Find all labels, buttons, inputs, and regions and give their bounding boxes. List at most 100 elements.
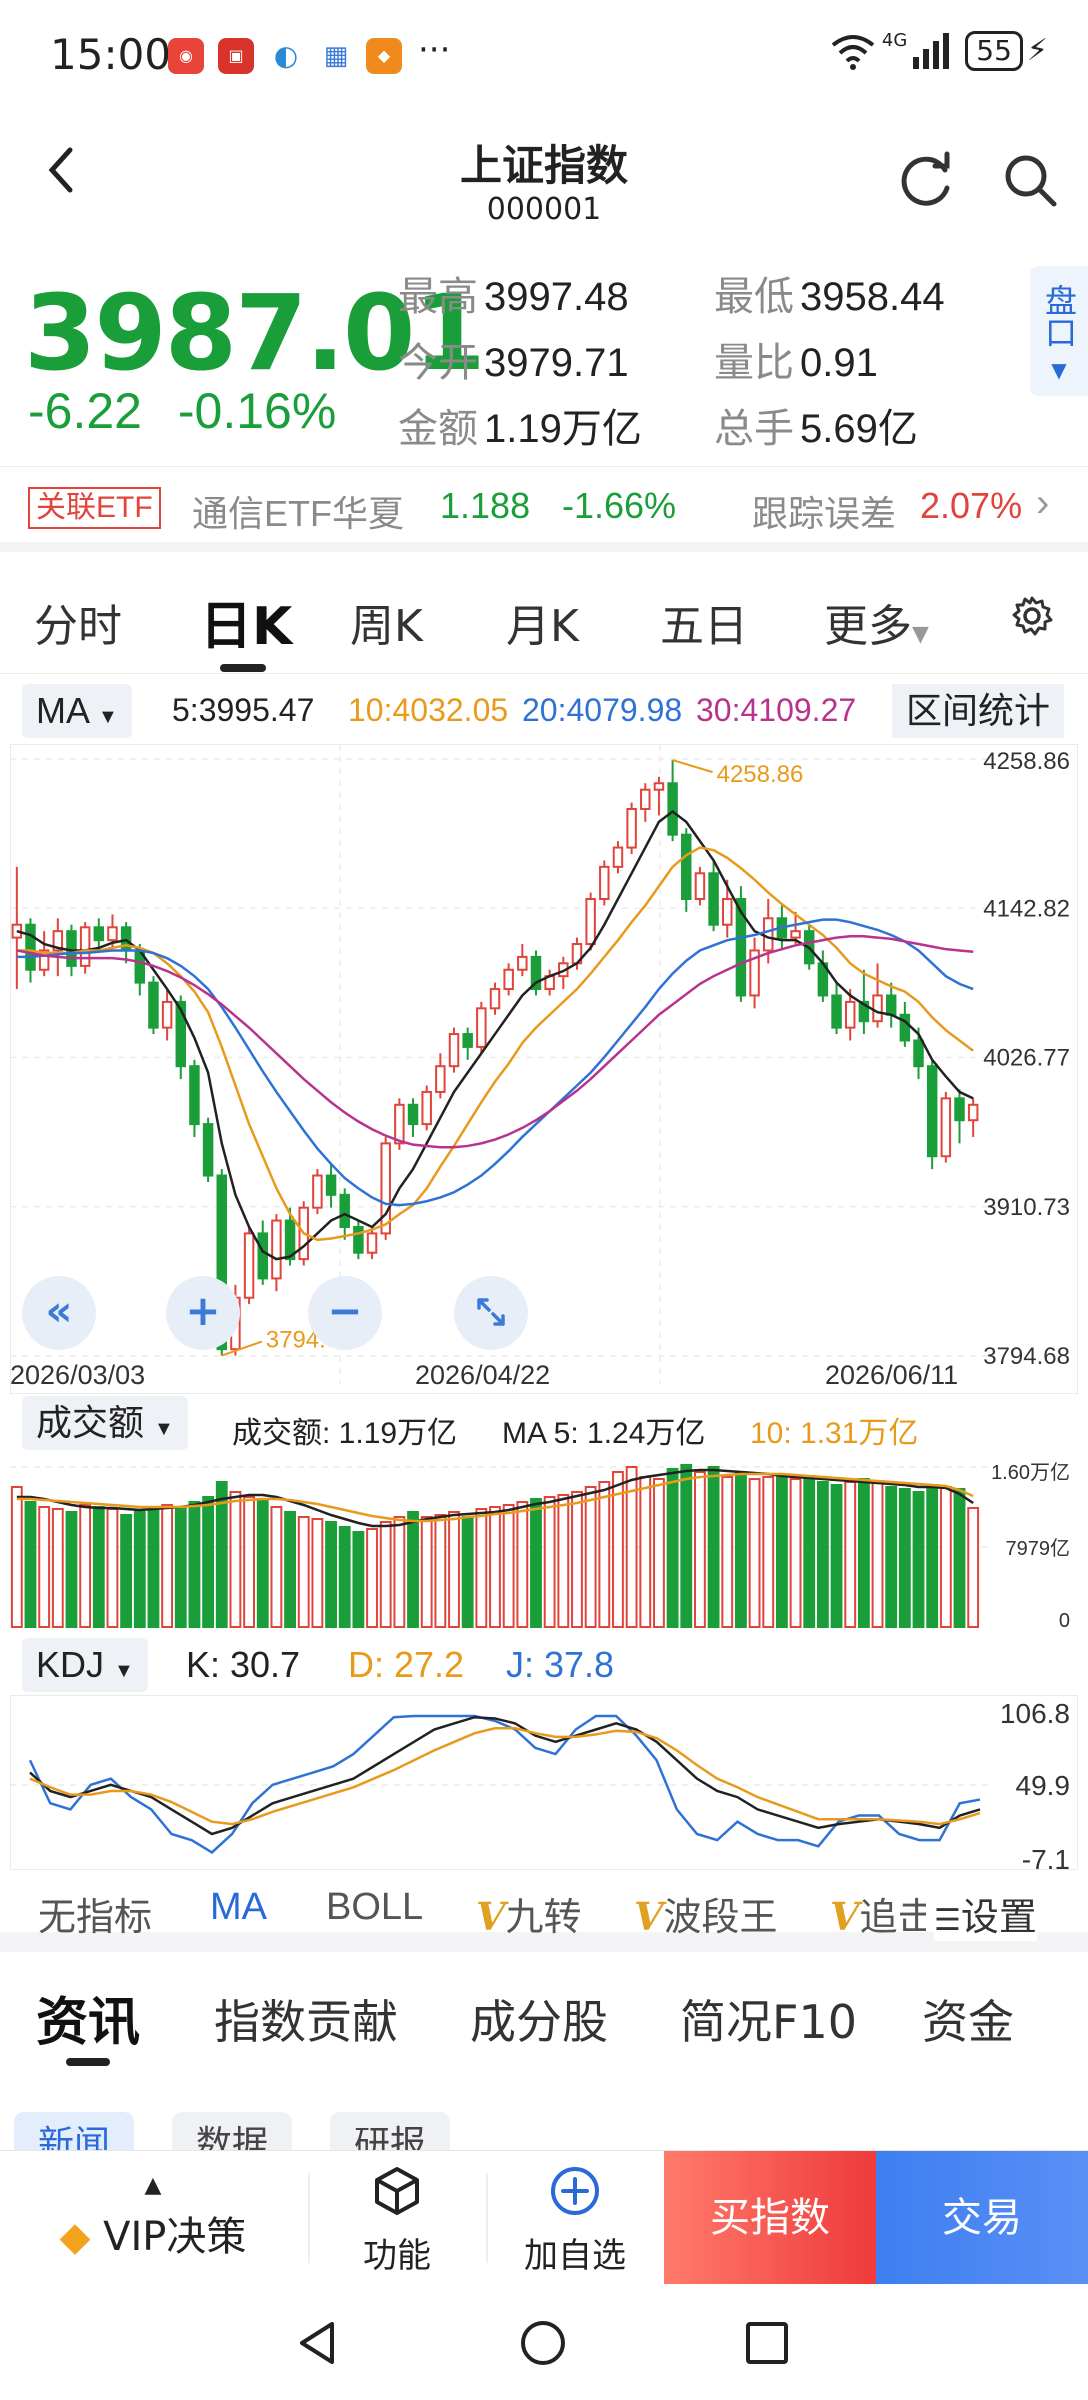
indicator-jiuzhuan[interactable]: V九转 (476, 1886, 582, 1941)
status-time: 15:00 (50, 30, 172, 79)
candle-body (366, 1232, 378, 1254)
tab-intraday[interactable]: 分时 (34, 590, 122, 654)
candle-body (872, 994, 883, 1023)
volume-bar (270, 1506, 283, 1628)
tab-capital[interactable]: 资金 (922, 1986, 1014, 2052)
related-etf-bar[interactable]: 关联ETF 通信ETF华夏 1.188 -1.66% 跟踪误差 2.07% › (0, 466, 1088, 552)
y-tick-label: 106.8 (1000, 1698, 1070, 1729)
candle-body (271, 1219, 282, 1280)
stat-value: 1.19万亿 (484, 407, 642, 451)
volume-bar (202, 1496, 215, 1628)
browser-icon: ◐ (268, 38, 304, 74)
candle-body (435, 1065, 446, 1093)
indicator-zhuiji[interactable]: V追击 (830, 1886, 926, 1941)
tab-weekly-k[interactable]: 周K (350, 590, 423, 654)
tab-five-day[interactable]: 五日 (660, 590, 748, 654)
caret-down-icon: ▼ (1051, 358, 1067, 382)
indicator-zhuiji-label: 追击 (859, 1897, 926, 1939)
nav-recents-icon[interactable] (744, 2320, 790, 2366)
indicator-boduanwang[interactable]: V波段王 (634, 1886, 778, 1941)
candle-body (640, 788, 651, 810)
volume-bar (803, 1476, 816, 1628)
volume-bar (707, 1466, 720, 1628)
refresh-icon (901, 151, 950, 206)
candle-body (353, 1225, 364, 1254)
fullscreen-button[interactable] (454, 1276, 528, 1350)
ma-selector[interactable]: MA ▼ (22, 684, 132, 738)
price-change: -6.22 -0.16% (28, 382, 336, 440)
indicator-tabs: 无指标 MA BOLL V九转 V波段王 V追击 ☰设置 (0, 1872, 1088, 1952)
volume-selector[interactable]: 成交额 ▼ (22, 1396, 188, 1450)
volume-chart[interactable]: 1.60万亿 7979亿 0 (10, 1455, 1078, 1630)
volume-bar (516, 1501, 529, 1628)
volume-bar (844, 1481, 857, 1628)
range-stats-button[interactable]: 区间统计 (892, 684, 1065, 738)
tab-daily-k[interactable]: 日K (200, 584, 292, 659)
stat-amount: 金额 1.19万亿 (398, 396, 642, 454)
search-button[interactable] (998, 148, 1062, 212)
candle-body (612, 846, 624, 868)
candle-body (312, 1174, 323, 1209)
stat-label: 金额 (398, 407, 478, 451)
tab-news[interactable]: 资讯 (36, 1980, 140, 2055)
tab-constituents[interactable]: 成分股 (470, 1986, 608, 2052)
candle-body (954, 1097, 965, 1122)
zoom-in-button[interactable]: + (166, 1276, 240, 1350)
network-type: 4G (881, 30, 908, 51)
kdj-d-value: D: 27.2 (348, 1644, 465, 1685)
volume-bar (584, 1486, 597, 1628)
volume-amount: 成交额: 1.19万亿 (232, 1417, 458, 1450)
status-bar: 15:00 ◉ ▣ ◐ ▦ ◆ ··· 4G 55 ⚡ (0, 0, 1088, 110)
trade-button[interactable]: 交易 (876, 2151, 1088, 2285)
tab-monthly-k[interactable]: 月K (506, 590, 579, 654)
vip-decision-button[interactable]: ▲ ◆ VIP决策 (0, 2151, 306, 2285)
volume-bar (967, 1507, 980, 1628)
gear-icon (1012, 596, 1053, 636)
change-value: -6.22 (28, 383, 142, 439)
volume-bar (885, 1486, 898, 1628)
indicator-ma[interactable]: MA (210, 1886, 267, 1929)
zoom-out-button[interactable]: − (308, 1276, 382, 1350)
function-button[interactable]: 功能 (312, 2151, 482, 2285)
volume-bar (393, 1516, 406, 1628)
caret-down-icon: ▼ (114, 1660, 134, 1682)
scroll-left-button[interactable]: « (22, 1276, 96, 1350)
volume-bar (434, 1514, 447, 1628)
volume-bar (448, 1511, 460, 1628)
candle-body (394, 1103, 405, 1145)
tab-f10[interactable]: 简况F10 (680, 1986, 857, 2052)
kdj-chart[interactable]: 106.8 49.9 -7.1 (10, 1695, 1078, 1870)
stat-label: 最低 (714, 275, 794, 319)
refresh-button[interactable] (895, 148, 959, 212)
indicator-settings-button[interactable]: ☰设置 (934, 1886, 1037, 1941)
tab-index-contribution[interactable]: 指数贡献 (214, 1986, 398, 2052)
volume-bar (133, 1511, 146, 1628)
volume-bar (571, 1491, 583, 1628)
add-watchlist-button[interactable]: 加自选 (490, 2151, 660, 2285)
add-watchlist-label: 加自选 (524, 2236, 626, 2276)
volume-bar (366, 1528, 378, 1628)
volume-ma10-line (16, 1472, 974, 1523)
ma5-value: 5:3995.47 (172, 692, 315, 728)
candle-body (790, 930, 801, 939)
chart-settings-button[interactable] (1010, 594, 1054, 649)
volume-ma10: 10: 1.31万亿 (750, 1417, 919, 1450)
candle-body (107, 926, 118, 942)
nav-back-icon[interactable] (292, 2318, 342, 2368)
ma10-value: 10:4032.05 (348, 692, 509, 728)
y-tick-label: 3794.68 (983, 1343, 1070, 1370)
pankou-button[interactable]: 盘口 ▼ (1030, 266, 1088, 396)
tab-more[interactable]: 更多▼ (824, 590, 929, 654)
nav-home-icon[interactable] (518, 2318, 568, 2368)
stat-value: 0.91 (800, 341, 878, 385)
kdj-selector[interactable]: KDJ ▼ (22, 1638, 148, 1692)
vip-v-icon: V (476, 1894, 506, 1939)
volume-bar (830, 1484, 843, 1628)
volume-bar (120, 1514, 133, 1628)
volume-bar (871, 1482, 884, 1628)
caret-down-icon: ▼ (98, 706, 118, 728)
indicator-boll[interactable]: BOLL (326, 1886, 423, 1929)
volume-bar (694, 1471, 706, 1628)
indicator-none[interactable]: 无指标 (38, 1886, 152, 1941)
buy-index-button[interactable]: 买指数 (664, 2151, 876, 2285)
